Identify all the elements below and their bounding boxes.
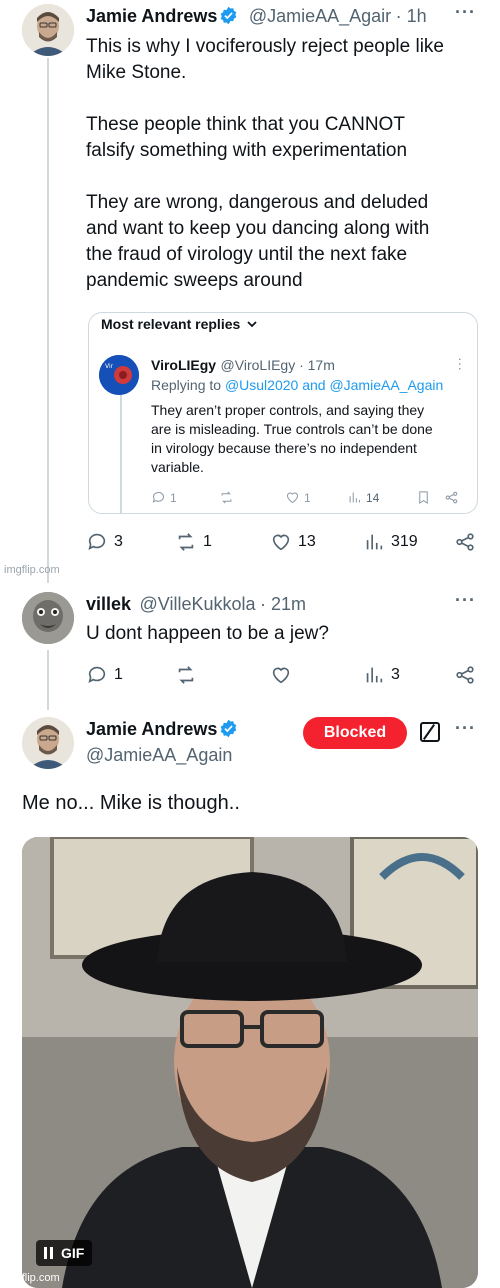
avatar[interactable] [22,4,74,56]
views-count: 319 [391,533,418,550]
reply-icon [88,533,106,550]
tweet-text: Me no... Mike is though.. [22,792,240,814]
timestamp[interactable]: · 1h [396,6,427,26]
thread-line [120,393,122,513]
views-icon [349,492,360,503]
repost-icon [221,491,232,504]
bookmark-button[interactable] [416,490,431,505]
replying-to: Replying to @Usul2020 and @JamieAA_Again [151,377,443,393]
tweet-text: This is why I vociferously reject people… [86,36,444,291]
author-handle[interactable]: @ViroLIEgy · 17m [221,357,335,373]
share-icon [456,666,474,684]
timestamp[interactable]: · 21m [260,594,306,614]
views-count: 3 [391,666,400,683]
share-button[interactable] [454,531,476,553]
like-button[interactable] [270,664,292,686]
author-handle[interactable]: @VilleKukkola [140,594,256,614]
thread-line [47,650,49,710]
repost-button[interactable] [219,490,234,505]
bookmark-icon [419,491,428,505]
views-button[interactable]: 14 [347,490,379,505]
quoted-tweet-header: ViroLIEgy @ViroLIEgy · 17m [151,357,335,375]
like-button[interactable]: 1 [285,490,311,505]
like-count: 13 [298,533,316,550]
repost-button[interactable]: 1 [175,531,212,553]
quoted-replies-card[interactable]: Most relevant replies Vir ViroLIEgy @Vir… [88,312,478,514]
avatar[interactable] [22,592,74,644]
share-icon [456,533,474,551]
quoted-tweet-text: They aren’t proper controls, and saying … [151,402,433,475]
replies-sort-label: Most relevant replies [101,316,241,332]
gif-media[interactable]: GIF [22,837,478,1288]
reply-button[interactable]: 1 [86,664,123,686]
tweet-text: U dont happeen to be a jew? [86,623,329,644]
gif-badge[interactable]: GIF [36,1240,93,1266]
avatar[interactable]: Vir [99,355,139,395]
repost-icon [178,666,194,684]
author-name[interactable]: Jamie Andrews [86,719,217,739]
repost-icon [178,533,194,551]
views-button[interactable]: 3 [363,664,400,686]
verified-icon [221,719,237,738]
tweet-header: villek @VilleKukkola · 21m [86,594,306,615]
views-icon [366,534,383,550]
repost-count: 1 [203,533,212,550]
more-icon[interactable]: ··· [455,718,476,739]
author-name[interactable]: Jamie Andrews [86,6,217,26]
watermark: imgflip.com [4,1272,60,1284]
tweet-header: Jamie Andrews @JamieAA_Agair · 1h [86,6,486,27]
author-name[interactable]: villek [86,594,131,614]
grok-icon[interactable] [420,722,440,742]
gif-label: GIF [61,1245,85,1261]
reply-icon [88,666,106,683]
svg-text:Vir: Vir [105,363,114,370]
more-icon[interactable]: ··· [455,2,476,23]
replies-sort-header[interactable]: Most relevant replies [101,316,258,332]
thread-line [47,58,49,583]
author-handle[interactable]: @JamieAA_Agair [249,6,391,26]
heart-icon [286,492,299,504]
views-button[interactable]: 319 [363,531,418,553]
tweet-header: Jamie Andrews [86,719,238,740]
author-handle[interactable]: @JamieAA_Again [86,745,232,766]
like-button[interactable]: 13 [270,531,316,553]
replying-to-link[interactable]: @Usul2020 and @JamieAA_Again [225,377,443,393]
reply-count: 1 [170,490,177,505]
reply-button[interactable]: 1 [151,490,177,505]
reply-button[interactable]: 3 [86,531,123,553]
verified-icon [221,6,237,25]
author-name[interactable]: ViroLIEgy [151,357,216,373]
reply-count: 3 [114,533,123,550]
replying-to-prefix: Replying to [151,377,222,393]
views-icon [366,667,383,683]
repost-button[interactable] [175,664,197,686]
watermark: imgflip.com [4,564,60,576]
share-button[interactable] [454,664,476,686]
blocked-button[interactable]: Blocked [303,717,407,749]
chevron-down-icon [247,321,257,328]
views-count: 14 [366,490,380,505]
more-icon[interactable]: ··· [453,357,469,371]
reply-count: 1 [114,666,123,683]
pause-icon[interactable] [44,1247,53,1259]
heart-icon [272,534,290,551]
heart-icon [272,667,290,684]
like-count: 1 [304,490,311,505]
share-button[interactable] [444,490,459,505]
gif-image [22,837,478,1288]
reply-icon [152,492,164,503]
share-icon [445,491,458,504]
more-icon[interactable]: ··· [455,590,476,611]
avatar[interactable] [22,717,74,769]
